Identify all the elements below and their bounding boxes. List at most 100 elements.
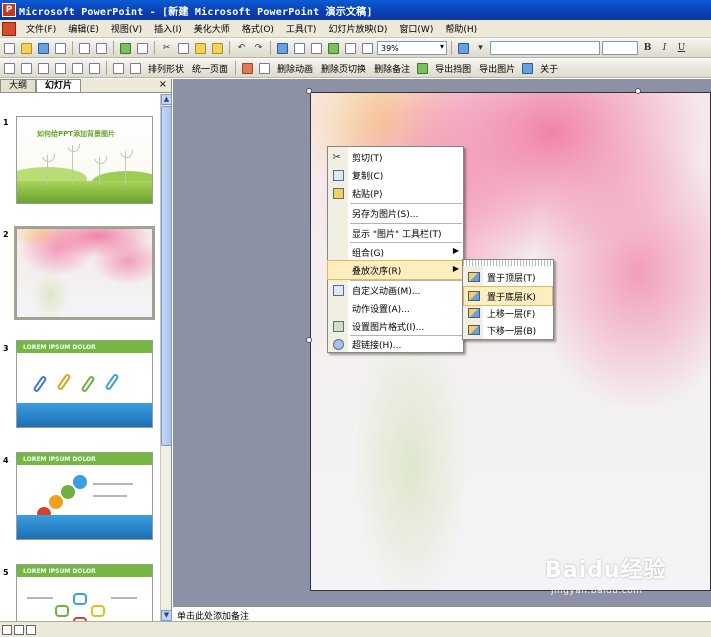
menu-insert[interactable]: 插入(I)	[148, 22, 188, 35]
export-images-button[interactable]: 导出图片	[476, 62, 518, 75]
about-button[interactable]: 关于	[537, 62, 561, 75]
underline-icon[interactable]: U	[674, 41, 689, 56]
user-icon[interactable]	[520, 61, 535, 76]
menu-tools[interactable]: 工具(T)	[280, 22, 323, 35]
addin-icon-7[interactable]	[111, 61, 126, 76]
document-icon[interactable]	[2, 21, 16, 36]
tab-slides[interactable]: 幻灯片	[36, 79, 82, 92]
menu-item-order[interactable]: 叠放次序(R) ▶	[327, 260, 464, 280]
menu-window[interactable]: 窗口(W)	[393, 22, 439, 35]
close-icon[interactable]: ×	[159, 79, 167, 90]
bring-to-front-icon	[468, 272, 480, 282]
menu-beautify[interactable]: 美化大师	[188, 22, 236, 35]
delete-notes-button[interactable]: 删除备注	[371, 62, 413, 75]
redo-icon[interactable]: ↷	[251, 41, 266, 56]
tables-borders-icon[interactable]	[309, 41, 324, 56]
slideshow-icon[interactable]	[26, 624, 36, 635]
resize-handle[interactable]	[306, 88, 312, 94]
print-icon[interactable]	[77, 41, 92, 56]
addin-icon-2[interactable]	[19, 61, 34, 76]
font-select[interactable]	[490, 41, 600, 55]
menu-item-group[interactable]: 组合(G) ▶	[328, 243, 463, 261]
slide-sorter-icon[interactable]	[14, 624, 24, 635]
resize-handle[interactable]	[635, 88, 641, 94]
normal-view-icon[interactable]	[2, 624, 12, 635]
slide-thumbnail-4[interactable]: LOREM IPSUM DOLOR	[16, 452, 153, 540]
menu-edit[interactable]: 编辑(E)	[62, 22, 105, 35]
format-painter-icon[interactable]	[210, 41, 225, 56]
addin-icon-8[interactable]	[128, 61, 143, 76]
arrange-shapes-button[interactable]: 排列形状	[145, 62, 187, 75]
print-preview-icon[interactable]	[94, 41, 109, 56]
scroll-down-icon[interactable]: ▼	[161, 610, 172, 621]
submenu-item-bring-to-front[interactable]: 置于顶层(T)	[464, 268, 552, 286]
open-icon[interactable]	[19, 41, 34, 56]
menu-item-custom-animation[interactable]: 自定义动画(M)...	[328, 281, 463, 299]
watermark-url: jingyan.baidu.com	[551, 586, 643, 596]
menu-item-paste[interactable]: 粘贴(P)	[328, 184, 463, 202]
insert-table-icon[interactable]	[292, 41, 307, 56]
menu-file[interactable]: 文件(F)	[20, 22, 62, 35]
addin-icon-1[interactable]	[2, 61, 17, 76]
scroll-thumb[interactable]	[161, 106, 172, 446]
slide-thumbnail-3[interactable]: LOREM IPSUM DOLOR	[16, 340, 153, 428]
delete-animation-button[interactable]: 删除动画	[274, 62, 316, 75]
menu-slideshow[interactable]: 幻灯片放映(D)	[322, 22, 393, 35]
addin-icon-10[interactable]	[257, 61, 272, 76]
font-size-select[interactable]	[602, 41, 638, 55]
menu-item-cut[interactable]: ✂ 剪切(T)	[328, 148, 463, 166]
addin-icon-9[interactable]	[240, 61, 255, 76]
save-icon[interactable]	[36, 41, 51, 56]
bold-icon[interactable]: B	[640, 41, 655, 56]
slide-thumbnail-5[interactable]: LOREM IPSUM DOLOR	[16, 564, 153, 621]
addin-icon-4[interactable]	[53, 61, 68, 76]
paste-icon[interactable]	[193, 41, 208, 56]
delete-transition-button[interactable]: 删除页切换	[318, 62, 369, 75]
standard-toolbar: ✂ ↶ ↷ 39% ▾ B I U	[0, 39, 711, 58]
menu-bar: 文件(F) 编辑(E) 视图(V) 插入(I) 美化大师 格式(O) 工具(T)…	[0, 20, 711, 38]
menu-item-show-picture-toolbar[interactable]: 显示 "图片" 工具栏(T)	[328, 224, 463, 242]
menu-item-format-picture[interactable]: 设置图片格式(I)...	[328, 317, 463, 335]
notes-pane[interactable]: 单击此处添加备注	[173, 606, 711, 622]
addin-icon-3[interactable]	[36, 61, 51, 76]
tab-outline[interactable]: 大纲	[0, 79, 37, 92]
slide-number: 4	[3, 456, 9, 465]
submenu-item-bring-forward[interactable]: 上移一层(F)	[464, 304, 552, 322]
new-icon[interactable]	[2, 41, 17, 56]
menu-item-hyperlink[interactable]: 超链接(H)...	[328, 335, 463, 353]
addin-icon-11[interactable]	[415, 61, 430, 76]
addin-icon-5[interactable]	[70, 61, 85, 76]
toolbar-options-icon[interactable]: ▾	[473, 41, 488, 56]
slide-thumbnail-1[interactable]: 如何给PPT添加背景图片	[16, 116, 153, 204]
menu-item-action-settings[interactable]: 动作设置(A)...	[328, 299, 463, 317]
menu-view[interactable]: 视图(V)	[105, 22, 148, 35]
insert-chart-icon[interactable]	[275, 41, 290, 56]
undo-icon[interactable]: ↶	[234, 41, 249, 56]
insert-diagram-icon[interactable]	[326, 41, 341, 56]
export-slides-button[interactable]: 导出挡图	[432, 62, 474, 75]
submenu-item-send-to-back[interactable]: 置于底层(K)	[463, 286, 553, 306]
spelling-icon[interactable]	[118, 41, 133, 56]
submenu-item-send-backward[interactable]: 下移一层(B)	[464, 321, 552, 339]
thumbnail-scrollbar[interactable]: ▲ ▼	[160, 94, 172, 621]
cut-icon[interactable]: ✂	[159, 41, 174, 56]
scroll-up-icon[interactable]: ▲	[161, 94, 172, 105]
addin-icon-6[interactable]	[87, 61, 102, 76]
research-icon[interactable]	[135, 41, 150, 56]
help-icon[interactable]	[456, 41, 471, 56]
copy-icon[interactable]	[176, 41, 191, 56]
menu-item-save-as-picture[interactable]: 另存为图片(S)...	[328, 204, 463, 222]
menu-item-copy[interactable]: 复制(C)	[328, 166, 463, 184]
unify-pages-button[interactable]: 统一页面	[189, 62, 231, 75]
zoom-select[interactable]: 39%	[377, 41, 447, 55]
toolbar-separator	[72, 41, 73, 55]
resize-handle[interactable]	[306, 337, 312, 343]
slide-thumbnail-2[interactable]	[16, 228, 153, 318]
menu-help[interactable]: 帮助(H)	[439, 22, 483, 35]
expand-icon[interactable]	[343, 41, 358, 56]
powerpoint-app-icon[interactable]: P	[2, 3, 16, 17]
italic-icon[interactable]: I	[657, 41, 672, 56]
grayscale-icon[interactable]	[360, 41, 375, 56]
permission-icon[interactable]	[53, 41, 68, 56]
menu-format[interactable]: 格式(O)	[236, 22, 280, 35]
